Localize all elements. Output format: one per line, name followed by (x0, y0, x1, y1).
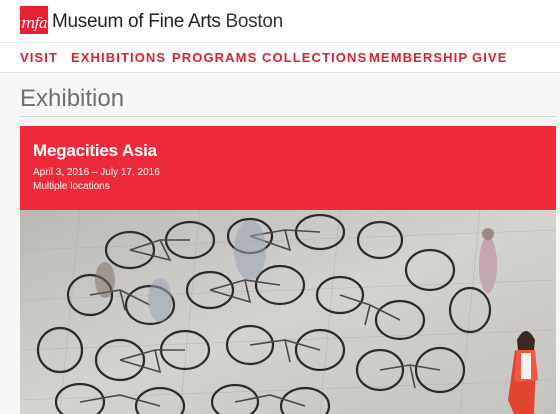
exhibition-hero[interactable]: Megacities Asia April 3, 2016 – July 17,… (20, 126, 556, 414)
exhibition-title[interactable]: Megacities Asia (33, 141, 157, 161)
page-title: Exhibition (20, 85, 125, 112)
mfa-logo-icon[interactable]: mfa (20, 6, 48, 34)
exhibition-dates: April 3, 2016 – July 17, 2016 (33, 167, 160, 178)
site-logo-wordmark[interactable]: Museum of Fine Arts Boston (52, 11, 283, 33)
nav-membership[interactable]: MEMBERSHIP (369, 50, 468, 65)
logo-city: Boston (225, 11, 284, 32)
nav-programs[interactable]: PROGRAMS (172, 50, 257, 65)
exhibition-photo (20, 210, 556, 414)
title-divider (20, 116, 556, 117)
nav-exhibitions[interactable]: EXHIBITIONS (71, 50, 166, 65)
site-header: mfa Museum of Fine Arts Boston (0, 0, 560, 42)
exhibition-banner: Megacities Asia April 3, 2016 – July 17,… (20, 126, 556, 210)
nav-give[interactable]: GIVE (472, 50, 507, 65)
logo-name: Museum of Fine Arts (52, 11, 221, 32)
nav-visit[interactable]: VISIT (20, 50, 58, 65)
nav-collections[interactable]: COLLECTIONS (262, 50, 367, 65)
main-nav: VISIT EXHIBITIONS PROGRAMS COLLECTIONS M… (0, 42, 560, 73)
exhibition-location: Multiple locations (33, 181, 110, 192)
